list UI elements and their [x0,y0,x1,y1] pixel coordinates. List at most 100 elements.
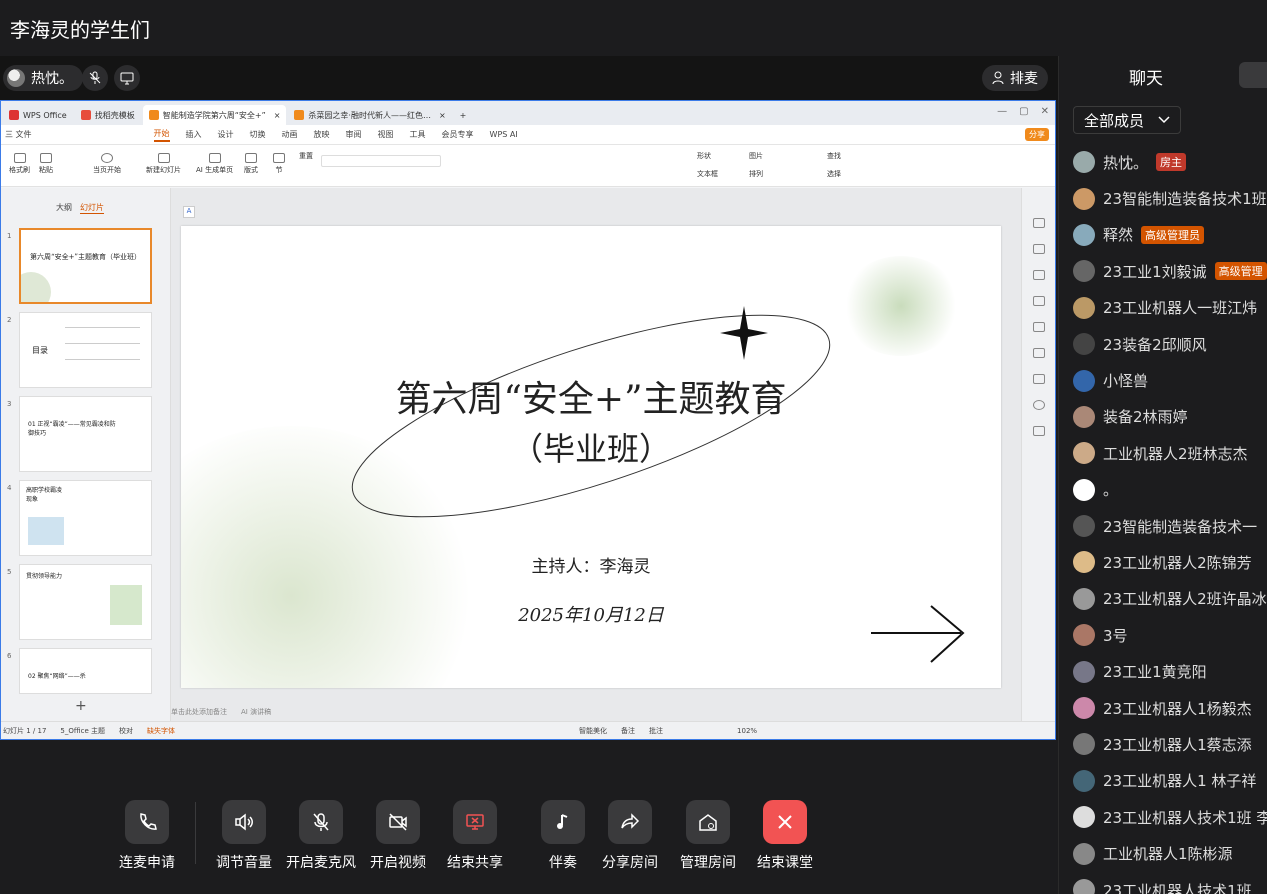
menu-review[interactable]: 审阅 [346,129,362,140]
minimize-icon[interactable]: — [997,106,1007,117]
proof-button[interactable]: 校对 [119,726,133,736]
menu-home[interactable]: 开始 [153,128,170,142]
tab-outline[interactable]: 大纲 [56,202,72,214]
wps-tab-home[interactable]: WPS Office [3,105,73,125]
ribbon-arrange[interactable]: 排列 [749,169,763,179]
mic-request-button[interactable]: 连麦申请 [112,800,182,872]
ribbon-select[interactable]: 选择 [827,169,841,179]
theme-name[interactable]: 5_Office 主题 [60,726,105,736]
restore-icon[interactable]: ▢ [1019,106,1028,117]
slide-thumbnail-5[interactable]: 贯彻领导能力 [19,564,152,640]
manage-room-button[interactable]: 管理房间 [673,800,743,872]
member-row[interactable]: 热忱。 房主 [1073,144,1267,180]
wps-tab-document-2[interactable]: 杀菜园之幸·融时代新人——红色… × [288,105,451,125]
ribbon-start-slide[interactable]: 当页开始 [93,153,121,175]
member-row[interactable]: 23工业机器人技术1班 李 [1073,799,1267,835]
tab-chat[interactable]: 聊天 [1129,64,1163,89]
member-row[interactable]: 23工业1黄竞阳 [1073,653,1267,689]
tool-icon[interactable] [1033,218,1045,228]
member-row[interactable]: 23智能制造装备技术1班 [1073,180,1267,216]
tool-icon[interactable] [1033,374,1045,384]
ribbon-paste[interactable]: 粘贴 [39,153,53,175]
accompaniment-button[interactable]: 伴奏 [528,800,598,872]
wps-tab-document[interactable]: 智能制造学院第六周“安全+” × [142,105,287,125]
ribbon-textbox[interactable]: 文本框 [697,169,718,179]
member-row[interactable]: 23工业机器人技术1班 [1073,872,1267,894]
screen-button[interactable] [114,65,140,91]
member-row[interactable]: 释然 高级管理员 [1073,217,1267,253]
ai-icon[interactable]: A [183,206,195,218]
ai-speech-button[interactable]: AI 演讲稿 [241,707,271,717]
member-row[interactable]: 23工业机器人1蔡志添 [1073,726,1267,762]
menu-member[interactable]: 会员专享 [442,129,474,140]
font-name-select[interactable] [321,155,441,167]
host-pill[interactable]: 热忱。 [3,65,83,91]
member-row[interactable]: 23工业1刘毅诚 高级管理 [1073,253,1267,289]
member-filter-select[interactable]: 全部成员 [1073,106,1182,134]
new-tab-button[interactable]: + [454,105,473,125]
ribbon-find[interactable]: 查找 [827,151,841,161]
member-row[interactable]: 装备2林雨婷 [1073,399,1267,435]
menu-tools[interactable]: 工具 [410,129,426,140]
notes-toggle[interactable]: 备注 [621,726,635,736]
ribbon-new-slide[interactable]: 新建幻灯片 [146,153,181,175]
comment-icon[interactable] [1033,426,1045,436]
menu-file[interactable]: 三 文件 [5,129,32,140]
ribbon-format-painter[interactable]: 格式刷 [9,153,30,175]
member-row[interactable]: 3号 [1073,617,1267,653]
current-slide[interactable]: 第六周“安全+”主题教育 （毕业班） 主持人：李海灵 2025年10月12日 [181,226,1001,688]
member-row[interactable]: 小怪兽 [1073,362,1267,398]
menu-slideshow[interactable]: 放映 [314,129,330,140]
help-icon[interactable] [1033,400,1045,410]
menu-transition[interactable]: 切换 [250,129,266,140]
share-room-button[interactable]: 分享房间 [595,800,665,872]
member-row[interactable]: 23工业机器人1 林子祥 [1073,763,1267,799]
ribbon-section[interactable]: 节 [273,153,285,175]
ribbon-reset[interactable]: 重置 [299,151,313,161]
menu-view[interactable]: 视图 [378,129,394,140]
open-video-button[interactable]: 开启视频 [363,800,433,872]
tool-icon[interactable] [1033,348,1045,358]
mic-muted-button[interactable] [82,65,108,91]
add-slide-button[interactable]: + [75,698,87,714]
slide-thumbnail-3[interactable]: 01 正视“霸凌”——常见霸凌和防御技巧 [19,396,152,472]
notes-hint[interactable]: 单击此处添加备注 [171,707,227,717]
member-row[interactable]: 23工业机器人2班许晶冰 [1073,581,1267,617]
menu-insert[interactable]: 插入 [186,129,202,140]
comments-toggle[interactable]: 批注 [649,726,663,736]
close-icon[interactable]: ✕ [1041,106,1049,117]
slide-thumbnail-2[interactable]: 目录 [19,312,152,388]
tool-icon[interactable] [1033,322,1045,332]
menu-animation[interactable]: 动画 [282,129,298,140]
ribbon-picture[interactable]: 图片 [749,151,763,161]
member-row[interactable]: 23工业机器人一班江炜 [1073,290,1267,326]
smart-beautify[interactable]: 智能美化 [579,726,607,736]
slide-thumbnail-1[interactable]: 第六周“安全+”主题教育（毕业班） [19,228,152,304]
tool-icon[interactable] [1033,244,1045,254]
member-row[interactable]: 。 [1073,472,1267,508]
queue-button[interactable]: 排麦 [982,65,1048,91]
wps-tab-template[interactable]: 找稻壳模板 [75,105,141,125]
slide-thumbnail-4[interactable]: 高职学校霸凌现象 [19,480,152,556]
tab-slides[interactable]: 幻灯片 [80,202,104,214]
ribbon-shape[interactable]: 形状 [697,151,711,161]
member-row[interactable]: 23装备2邱顺风 [1073,326,1267,362]
volume-button[interactable]: 调节音量 [209,800,279,872]
tool-icon[interactable] [1033,270,1045,280]
share-button[interactable]: 分享 [1025,128,1049,141]
ribbon-layout[interactable]: 版式 [244,153,258,175]
member-row[interactable]: 23工业机器人1杨毅杰 [1073,690,1267,726]
tab-members[interactable] [1239,62,1267,88]
member-row[interactable]: 工业机器人2班林志杰 [1073,435,1267,471]
menu-wps-ai[interactable]: WPS AI [490,130,518,139]
menu-design[interactable]: 设计 [218,129,234,140]
open-mic-button[interactable]: 开启麦克风 [286,800,356,872]
member-row[interactable]: 23智能制造装备技术一 [1073,508,1267,544]
slide-thumbnail-6[interactable]: 02 聚焦“网络”——杀 [19,648,152,694]
end-class-button[interactable]: 结束课堂 [750,800,820,872]
ribbon-ai-page[interactable]: AI 生成单页 [196,153,233,175]
tool-icon[interactable] [1033,296,1045,306]
zoom-level[interactable]: 102% [737,727,757,735]
end-share-button[interactable]: 结束共享 [440,800,510,872]
member-row[interactable]: 23工业机器人2陈锦芳 [1073,544,1267,580]
